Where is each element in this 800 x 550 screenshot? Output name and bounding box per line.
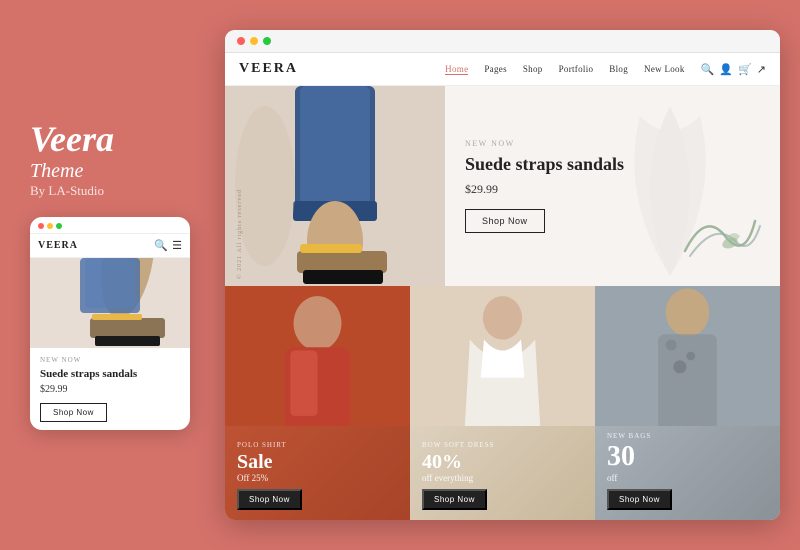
nav-link-shop[interactable]: Shop: [523, 64, 543, 74]
page-wrapper: Veera Theme By LA-Studio VEERA 🔍 ☰: [0, 0, 800, 550]
card-3-sub: off: [607, 473, 768, 483]
desktop-top-bar: [225, 30, 780, 53]
card-1-shop-button[interactable]: Shop Now: [237, 489, 302, 510]
desktop-hero: © 2021 All rights reserved NEW NOW Suede…: [225, 86, 780, 286]
mobile-shop-now-button[interactable]: Shop Now: [40, 403, 107, 422]
card-3-overlay: NEW BAGS 30 off Shop Now: [595, 286, 780, 520]
card-2-shop-button[interactable]: Shop Now: [422, 489, 487, 510]
nav-link-pages[interactable]: Pages: [484, 64, 507, 74]
desktop-nav: VEERA Home Pages Shop Portfolio Blog New…: [225, 53, 780, 86]
mobile-hero-image: [30, 258, 190, 348]
nav-link-new-look[interactable]: New Look: [644, 64, 685, 74]
brand-by: By LA-Studio: [30, 183, 205, 199]
card-3-sale: 30: [607, 442, 768, 473]
mobile-top-bar: [30, 217, 190, 234]
brand-title: Veera: [30, 120, 205, 160]
nav-cart-icon[interactable]: 🛒: [738, 63, 752, 76]
mobile-price: $29.99: [40, 384, 180, 395]
desktop-dot-yellow: [250, 37, 258, 45]
nav-link-home[interactable]: Home: [445, 64, 468, 75]
product-card-dress: BOW SOFT DRESS 40% off everything Shop N…: [410, 286, 595, 520]
nav-share-icon[interactable]: ↗: [757, 63, 766, 76]
brand-section: Veera Theme By LA-Studio: [30, 120, 205, 199]
mobile-mockup: VEERA 🔍 ☰: [30, 217, 190, 430]
nav-link-blog[interactable]: Blog: [609, 64, 628, 74]
desktop-dot-green: [263, 37, 271, 45]
desktop-cards-row: POLO SHIRT Sale Off 25% Shop Now: [225, 286, 780, 520]
card-2-tag: BOW SOFT DRESS: [422, 441, 583, 449]
mobile-dots: [38, 223, 62, 229]
mobile-dot-yellow: [47, 223, 53, 229]
card-2-overlay: BOW SOFT DRESS 40% off everything Shop N…: [410, 286, 595, 520]
card-2-sale: 40%: [422, 451, 583, 473]
mobile-search-icon[interactable]: 🔍: [154, 239, 168, 252]
nav-link-portfolio[interactable]: Portfolio: [559, 64, 594, 74]
desktop-mockup: VEERA Home Pages Shop Portfolio Blog New…: [225, 30, 780, 520]
hero-shop-now-button[interactable]: Shop Now: [465, 209, 545, 233]
hero-vertical-text: © 2021 All rights reserved: [237, 189, 243, 279]
brand-subtitle: Theme: [30, 160, 205, 183]
hero-bg-leaf: [620, 96, 720, 276]
card-2-sub: off everything: [422, 473, 583, 483]
desktop-browser-content: VEERA Home Pages Shop Portfolio Blog New…: [225, 53, 780, 520]
mobile-menu-icon[interactable]: ☰: [172, 239, 182, 252]
nav-icons: 🔍 👤 🛒 ↗: [701, 63, 766, 76]
mobile-nav-icons: 🔍 ☰: [154, 239, 182, 252]
mobile-logo: VEERA: [38, 240, 78, 251]
nav-search-icon[interactable]: 🔍: [701, 63, 715, 76]
hero-image-area: © 2021 All rights reserved: [225, 86, 445, 286]
left-panel: Veera Theme By LA-Studio VEERA 🔍 ☰: [30, 120, 205, 430]
card-3-tag: NEW BAGS: [607, 432, 768, 440]
mobile-content: NEW NOW Suede straps sandals $29.99 Shop…: [30, 348, 190, 430]
card-1-sale: Sale: [237, 451, 398, 473]
mobile-dot-red: [38, 223, 44, 229]
nav-user-icon[interactable]: 👤: [719, 63, 733, 76]
mobile-product-title: Suede straps sandals: [40, 367, 180, 381]
card-1-overlay: POLO SHIRT Sale Off 25% Shop Now: [225, 286, 410, 520]
mobile-new-now: NEW NOW: [40, 356, 180, 364]
product-card-bags: NEW BAGS 30 off Shop Now: [595, 286, 780, 520]
desktop-nav-logo: VEERA: [239, 61, 298, 77]
card-3-shop-button[interactable]: Shop Now: [607, 489, 672, 510]
product-card-polo: POLO SHIRT Sale Off 25% Shop Now: [225, 286, 410, 520]
hero-text-area: NEW NOW Suede straps sandals $29.99 Shop…: [445, 86, 780, 286]
card-1-tag: POLO SHIRT: [237, 441, 398, 449]
mobile-dot-green: [56, 223, 62, 229]
card-1-sub: Off 25%: [237, 473, 398, 483]
desktop-dot-red: [237, 37, 245, 45]
